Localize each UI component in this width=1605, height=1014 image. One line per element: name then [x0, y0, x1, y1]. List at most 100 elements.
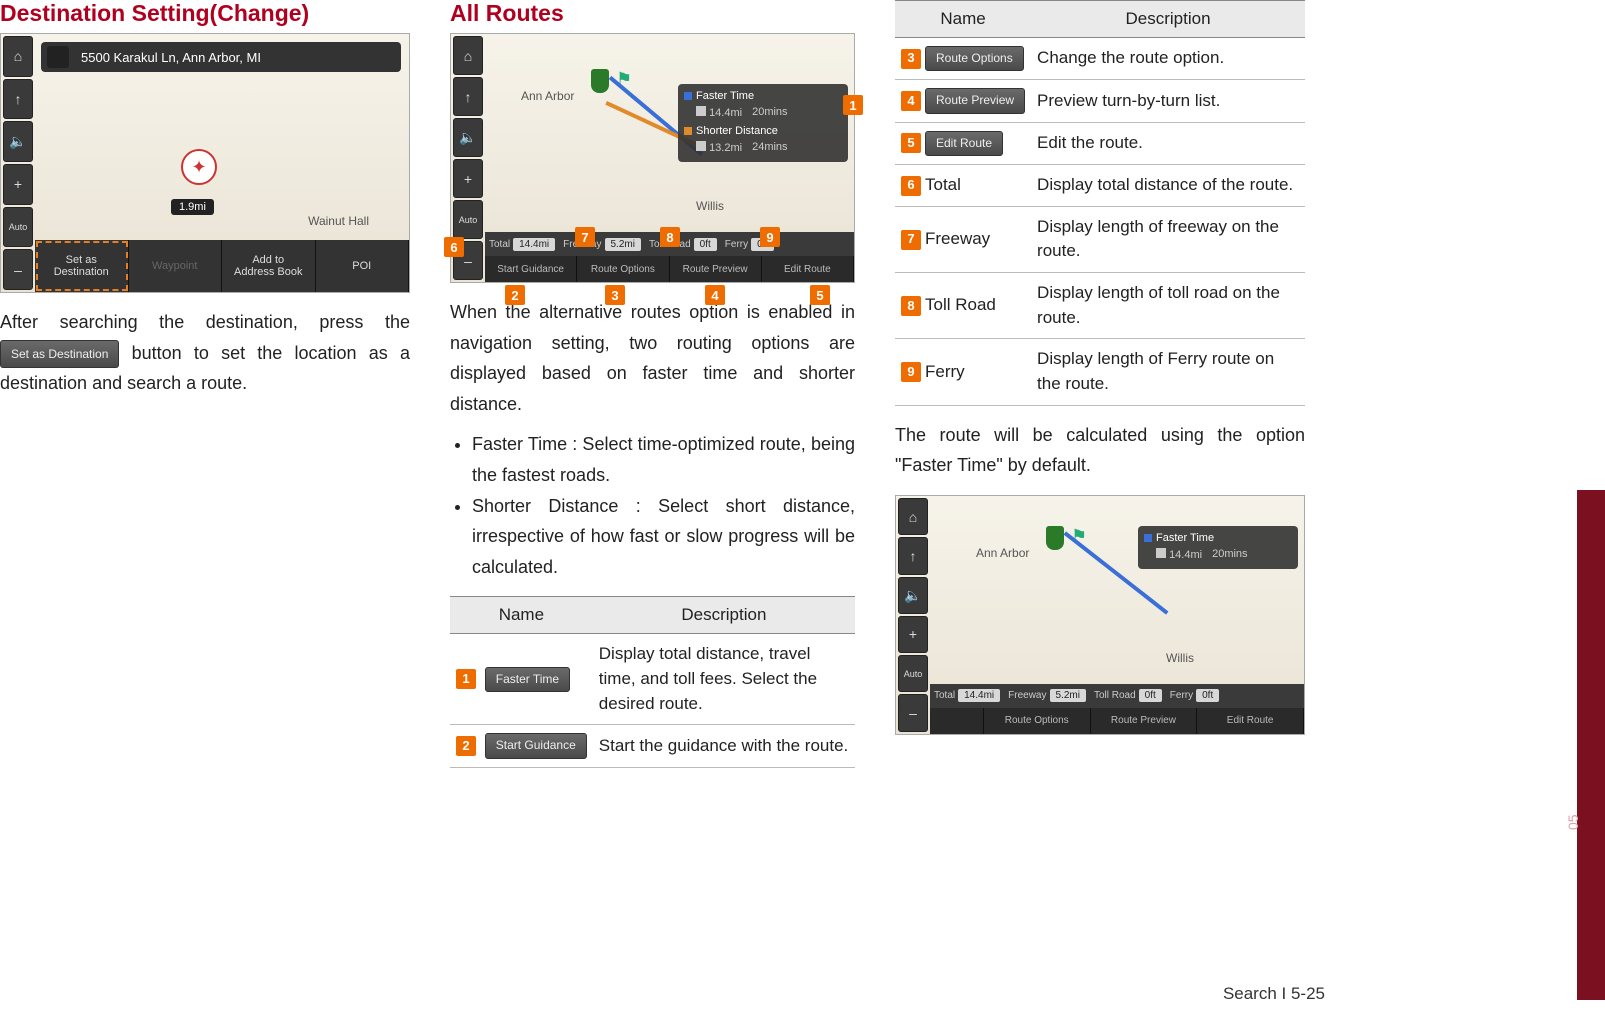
route-name: Faster Time	[1156, 532, 1214, 544]
home-icon[interactable]: ⌂	[453, 36, 483, 75]
auto-icon[interactable]: Auto	[453, 200, 483, 239]
stat-label: Toll Road	[1094, 690, 1136, 701]
start-guidance-button[interactable]: Start Guidance	[485, 256, 577, 282]
flag-icon	[696, 106, 706, 116]
col-header-description: Description	[593, 597, 855, 634]
set-as-destination-button[interactable]: Set as Destination	[35, 240, 129, 292]
route-time: 24mins	[752, 141, 787, 154]
start-marker-icon	[591, 69, 609, 93]
table-row: 6Total Display total distance of the rou…	[895, 165, 1305, 207]
table-row: 1 Faster Time Display total distance, tr…	[450, 634, 855, 725]
orange-dot-icon	[684, 127, 692, 135]
table-row: 5Edit Route Edit the route.	[895, 122, 1305, 164]
start-guidance-chip: Start Guidance	[485, 733, 587, 758]
route-dist: 14.4mi	[1169, 549, 1202, 561]
table-row: 7Freeway Display length of freeway on th…	[895, 206, 1305, 272]
route-dist: 14.4mi	[709, 107, 742, 119]
poi-button[interactable]: POI	[316, 240, 410, 292]
volume-icon[interactable]: 🔈	[3, 121, 33, 162]
table-row: 2 Start Guidance Start the guidance with…	[450, 725, 855, 767]
home-icon[interactable]: ⌂	[898, 498, 928, 535]
waypoint-button[interactable]: Waypoint	[129, 240, 223, 292]
list-item: Shorter Distance : Select short distance…	[472, 491, 855, 583]
bottom-action-bar: Set as Destination Waypoint Add to Addre…	[35, 240, 409, 292]
flag-icon	[696, 141, 706, 151]
num-badge: 2	[456, 736, 476, 756]
num-badge: 3	[901, 49, 921, 69]
route-stats-bar: Total14.4mi Freeway5.2mi Toll Road0ft Fe…	[930, 684, 1304, 708]
cell-description: Display length of toll road on the route…	[1031, 273, 1305, 339]
route-options-button[interactable]: Route Options	[577, 256, 669, 282]
table-row: 4Route Preview Preview turn-by-turn list…	[895, 80, 1305, 122]
stat-value: 0ft	[1196, 689, 1219, 702]
screenshot-all-routes: ⌂ ↑ 🔈 + Auto – Ann Arbor Willis ⚑ Faster…	[450, 33, 855, 283]
address-text: 5500 Karakul Ln, Ann Arbor, MI	[81, 50, 261, 65]
row-label: Freeway	[925, 229, 990, 248]
zoom-out-icon[interactable]: –	[898, 694, 928, 731]
table-routes-actions-1: Name Description 1 Faster Time Display t…	[450, 596, 855, 767]
row-label: Toll Road	[925, 295, 996, 314]
table-row: 3Route Options Change the route option.	[895, 38, 1305, 80]
col-header-name: Name	[895, 1, 1031, 38]
paragraph-alternative-routes: When the alternative routes option is en…	[450, 297, 855, 419]
list-item: Faster Time : Select time-optimized rout…	[472, 429, 855, 490]
table-row: 9Ferry Display length of Ferry route on …	[895, 339, 1305, 405]
stat-value: 14.4mi	[958, 689, 1000, 702]
num-badge: 9	[901, 362, 921, 382]
home-icon[interactable]: ⌂	[3, 36, 33, 77]
route-preview-button[interactable]: Route Preview	[670, 256, 762, 282]
route-action-bar: Route Options Route Preview Edit Route	[930, 708, 1304, 734]
edit-route-button[interactable]: Edit Route	[1197, 708, 1304, 734]
zoom-in-icon[interactable]: +	[453, 159, 483, 198]
route-options-button[interactable]: Route Options	[984, 708, 1091, 734]
set-as-destination-chip: Set as Destination	[0, 340, 119, 368]
zoom-in-icon[interactable]: +	[3, 164, 33, 205]
add-to-address-book-button[interactable]: Add to Address Book	[222, 240, 316, 292]
num-badge: 4	[901, 91, 921, 111]
zoom-in-icon[interactable]: +	[898, 616, 928, 653]
route-dist: 13.2mi	[709, 142, 742, 154]
callout-4: 4	[705, 285, 725, 305]
callout-5: 5	[810, 285, 830, 305]
route-faster-time-row[interactable]: Faster Time	[1142, 530, 1294, 546]
compass-icon[interactable]: ↑	[453, 77, 483, 116]
volume-icon[interactable]: 🔈	[898, 577, 928, 614]
row-label: Ferry	[925, 362, 965, 381]
page-footer: Search I 5-25	[1223, 984, 1325, 1004]
table-row: 8Toll Road Display length of toll road o…	[895, 273, 1305, 339]
callout-6: 6	[444, 237, 464, 257]
map-label-wainut-hall: Wainut Hall	[308, 214, 369, 228]
edit-route-button[interactable]: Edit Route	[762, 256, 854, 282]
route-options-chip: Route Options	[925, 46, 1024, 71]
screenshot-destination-setting: ⌂ ↑ 🔈 + Auto – 5500 Karakul Ln, Ann Arbo…	[0, 33, 410, 293]
screenshot-calculated-route: ⌂ ↑ 🔈 + Auto – Ann Arbor Willis ⚑ Faster…	[895, 495, 1305, 735]
volume-icon[interactable]: 🔈	[453, 118, 483, 157]
row-label: Total	[925, 175, 961, 194]
cell-description: Display length of freeway on the route.	[1031, 206, 1305, 272]
table-routes-actions-2: Name Description 3Route Options Change t…	[895, 0, 1305, 406]
route-options-list: Faster Time : Select time-optimized rout…	[450, 429, 855, 582]
stat-label: Total	[934, 690, 955, 701]
route-selected-panel: Faster Time 14.4mi 20mins	[1138, 526, 1298, 569]
compass-icon[interactable]: ↑	[3, 79, 33, 120]
callout-3: 3	[605, 285, 625, 305]
faster-time-chip: Faster Time	[485, 667, 570, 692]
route-time: 20mins	[752, 106, 787, 119]
auto-icon[interactable]: Auto	[3, 207, 33, 248]
cell-description: Preview turn-by-turn list.	[1031, 80, 1305, 122]
zoom-out-icon[interactable]: –	[3, 249, 33, 290]
paragraph-default-route: The route will be calculated using the o…	[895, 420, 1305, 481]
blue-dot-icon	[684, 92, 692, 100]
nav-sidebar: ⌂ ↑ 🔈 + Auto –	[896, 496, 930, 734]
col-header-description: Description	[1031, 1, 1305, 38]
cell-description: Change the route option.	[1031, 38, 1305, 80]
stat-value: 0ft	[1139, 689, 1162, 702]
start-marker-icon	[1046, 526, 1064, 550]
route-shorter-distance-row[interactable]: Shorter Distance	[682, 123, 844, 139]
route-preview-button[interactable]: Route Preview	[1091, 708, 1198, 734]
callout-8: 8	[660, 227, 680, 247]
auto-icon[interactable]: Auto	[898, 655, 928, 692]
compass-icon[interactable]: ↑	[898, 537, 928, 574]
route-time: 20mins	[1212, 548, 1247, 561]
route-faster-time-row[interactable]: Faster Time	[682, 88, 844, 104]
